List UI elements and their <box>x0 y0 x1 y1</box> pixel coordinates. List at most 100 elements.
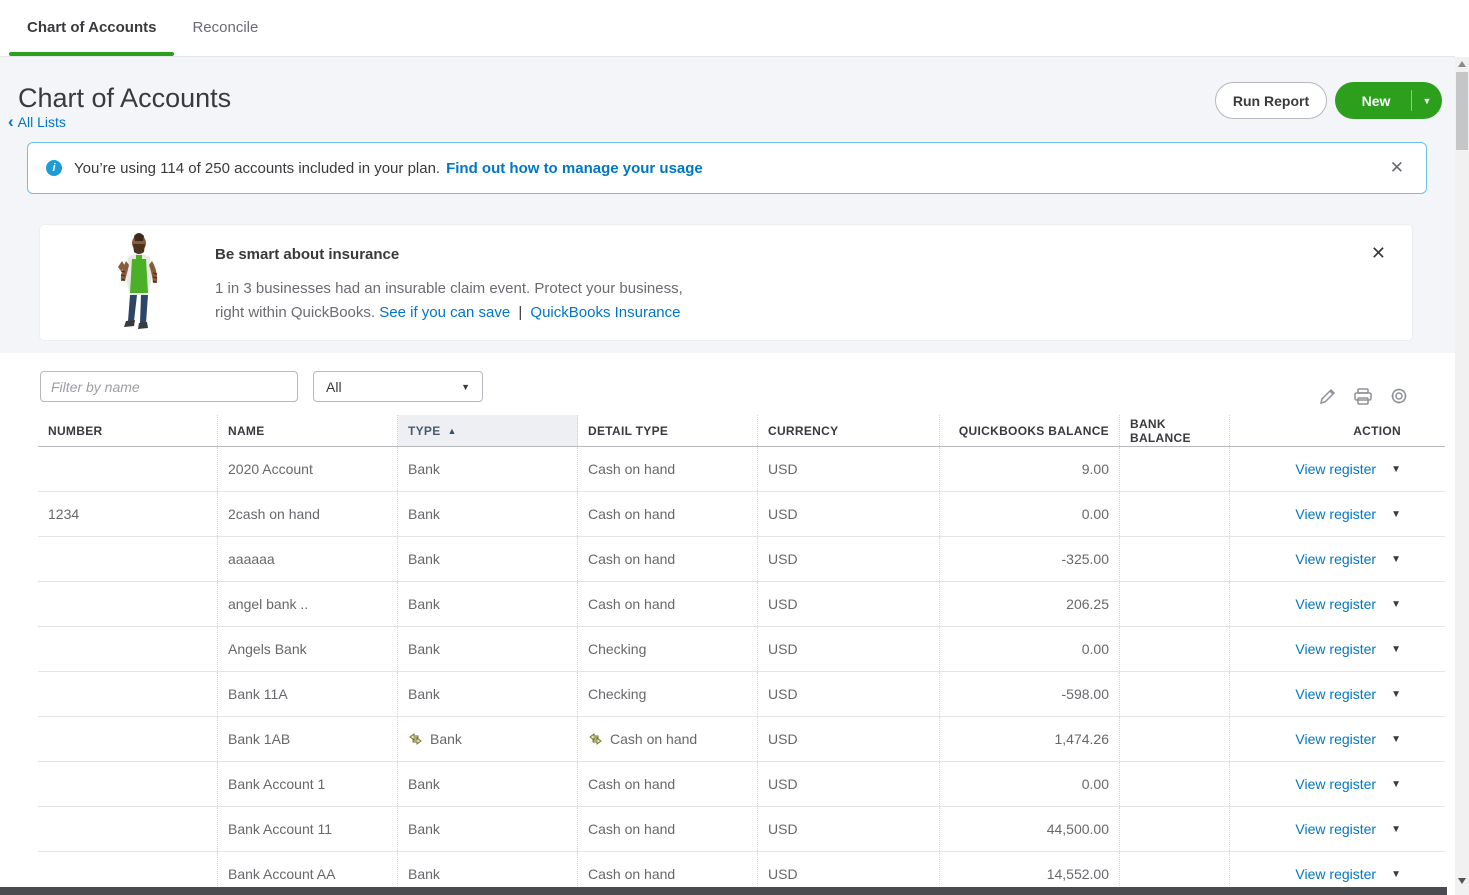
row-action-caret-icon[interactable]: ▼ <box>1391 599 1401 610</box>
column-header-bank-balance[interactable]: BANK BALANCE <box>1120 415 1230 446</box>
cell-name: 2cash on hand <box>218 492 398 536</box>
run-report-button[interactable]: Run Report <box>1215 82 1327 119</box>
cell-type: Bank <box>398 762 578 806</box>
row-action-caret-icon[interactable]: ▼ <box>1391 734 1401 745</box>
gear-icon[interactable] <box>1389 386 1409 406</box>
scroll-up-arrow-icon[interactable] <box>1458 61 1466 67</box>
scroll-down-arrow-icon[interactable] <box>1458 878 1466 884</box>
page-title: Chart of Accounts <box>18 83 231 114</box>
cell-currency: USD <box>758 717 940 761</box>
vertical-scrollbar-track[interactable] <box>1455 57 1469 895</box>
filter-by-name-input[interactable] <box>40 371 298 402</box>
cell-number <box>38 447 218 491</box>
vertical-scrollbar-thumb[interactable] <box>1456 72 1468 150</box>
table-row: Bank Account 1 Bank Cash on hand USD 0.0… <box>38 762 1445 807</box>
sort-ascending-icon: ▲ <box>448 426 457 436</box>
view-register-link[interactable]: View register <box>1295 461 1376 477</box>
new-button[interactable]: New ▼ <box>1335 82 1442 119</box>
cell-bank-balance <box>1120 537 1230 581</box>
row-action-caret-icon[interactable]: ▼ <box>1391 554 1401 565</box>
cell-number <box>38 762 218 806</box>
view-register-link[interactable]: View register <box>1295 731 1376 747</box>
row-action-caret-icon[interactable]: ▼ <box>1391 464 1401 475</box>
shopkeeper-illustration <box>112 233 170 338</box>
cell-bank-balance <box>1120 582 1230 626</box>
table-row: Angels Bank Bank Checking USD 0.00 View … <box>38 627 1445 672</box>
row-action-caret-icon[interactable]: ▼ <box>1391 509 1401 520</box>
cell-number: 1234 <box>38 492 218 536</box>
column-header-name[interactable]: NAME <box>218 415 398 446</box>
insurance-line1: 1 in 3 businesses had an insurable claim… <box>215 280 683 297</box>
usage-message: You’re using 114 of 250 accounts include… <box>74 160 440 177</box>
table-row: angel bank .. Bank Cash on hand USD 206.… <box>38 582 1445 627</box>
cell-action: View register ▼ <box>1230 672 1445 716</box>
cell-name: angel bank .. <box>218 582 398 626</box>
cell-quickbooks-balance: 206.25 <box>940 582 1120 626</box>
row-action-caret-icon[interactable]: ▼ <box>1391 644 1401 655</box>
table-body: 2020 Account Bank Cash on hand USD 9.00 … <box>38 447 1445 895</box>
back-link-label: All Lists <box>18 114 66 130</box>
cell-bank-balance <box>1120 447 1230 491</box>
cell-number <box>38 627 218 671</box>
back-chevron-icon: ‹ <box>8 115 14 129</box>
tab-reconcile[interactable]: Reconcile <box>174 0 276 56</box>
swap-arrows-icon <box>408 733 423 745</box>
new-button-label: New <box>1335 93 1411 109</box>
cell-action: View register ▼ <box>1230 627 1445 671</box>
cell-type: Bank <box>398 627 578 671</box>
view-register-link[interactable]: View register <box>1295 551 1376 567</box>
horizontal-scrollbar-thumb[interactable] <box>0 887 1447 895</box>
cell-type: Bank <box>398 582 578 626</box>
view-register-link[interactable]: View register <box>1295 821 1376 837</box>
cell-quickbooks-balance: 0.00 <box>940 627 1120 671</box>
cell-detail-type: Checking <box>578 672 758 716</box>
insurance-banner-close-icon[interactable]: ✕ <box>1367 239 1390 268</box>
row-action-caret-icon[interactable]: ▼ <box>1391 824 1401 835</box>
cell-name: Bank 1AB <box>218 717 398 761</box>
view-register-link[interactable]: View register <box>1295 866 1376 882</box>
see-if-you-can-save-link[interactable]: See if you can save <box>379 304 510 321</box>
pencil-icon[interactable] <box>1318 387 1337 406</box>
cell-currency: USD <box>758 492 940 536</box>
table-toolbar <box>1318 386 1409 406</box>
row-action-caret-icon[interactable]: ▼ <box>1391 779 1401 790</box>
view-register-link[interactable]: View register <box>1295 596 1376 612</box>
cell-action: View register ▼ <box>1230 492 1445 536</box>
cell-name: Bank 11A <box>218 672 398 716</box>
row-action-caret-icon[interactable]: ▼ <box>1391 869 1401 880</box>
cell-bank-balance <box>1120 627 1230 671</box>
usage-banner-close-icon[interactable]: ✕ <box>1386 154 1408 182</box>
cell-quickbooks-balance: 1,474.26 <box>940 717 1120 761</box>
new-dropdown-caret-icon[interactable]: ▼ <box>1412 96 1442 106</box>
cell-quickbooks-balance: 0.00 <box>940 762 1120 806</box>
column-header-detail-type[interactable]: DETAIL TYPE <box>578 415 758 446</box>
column-header-number[interactable]: NUMBER <box>38 415 218 446</box>
cell-detail-type: Cash on hand <box>578 582 758 626</box>
type-filter-dropdown[interactable]: All ▼ <box>313 371 483 402</box>
cell-type: Bank <box>398 447 578 491</box>
printer-icon[interactable] <box>1353 387 1373 406</box>
view-register-link[interactable]: View register <box>1295 686 1376 702</box>
column-header-currency[interactable]: CURRENCY <box>758 415 940 446</box>
cell-name: 2020 Account <box>218 447 398 491</box>
view-register-link[interactable]: View register <box>1295 776 1376 792</box>
column-header-quickbooks-balance[interactable]: QUICKBOOKS BALANCE <box>940 415 1120 446</box>
cell-currency: USD <box>758 537 940 581</box>
view-register-link[interactable]: View register <box>1295 641 1376 657</box>
cell-name: Bank Account 11 <box>218 807 398 851</box>
all-lists-back-link[interactable]: ‹ All Lists <box>8 114 66 130</box>
swap-arrows-icon <box>588 733 603 745</box>
table-row: Bank Account 11 Bank Cash on hand USD 44… <box>38 807 1445 852</box>
insurance-line2-prefix: right within QuickBooks. <box>215 304 375 321</box>
cell-bank-balance <box>1120 762 1230 806</box>
row-action-caret-icon[interactable]: ▼ <box>1391 689 1401 700</box>
view-register-link[interactable]: View register <box>1295 506 1376 522</box>
quickbooks-insurance-link[interactable]: QuickBooks Insurance <box>530 304 680 321</box>
manage-usage-link[interactable]: Find out how to manage your usage <box>446 160 703 177</box>
cell-name: aaaaaa <box>218 537 398 581</box>
insurance-body: 1 in 3 businesses had an insurable claim… <box>215 277 683 325</box>
cell-quickbooks-balance: 44,500.00 <box>940 807 1120 851</box>
cell-quickbooks-balance: 9.00 <box>940 447 1120 491</box>
tab-chart-of-accounts[interactable]: Chart of Accounts <box>9 0 174 56</box>
column-header-type[interactable]: TYPE ▲ <box>398 415 578 446</box>
